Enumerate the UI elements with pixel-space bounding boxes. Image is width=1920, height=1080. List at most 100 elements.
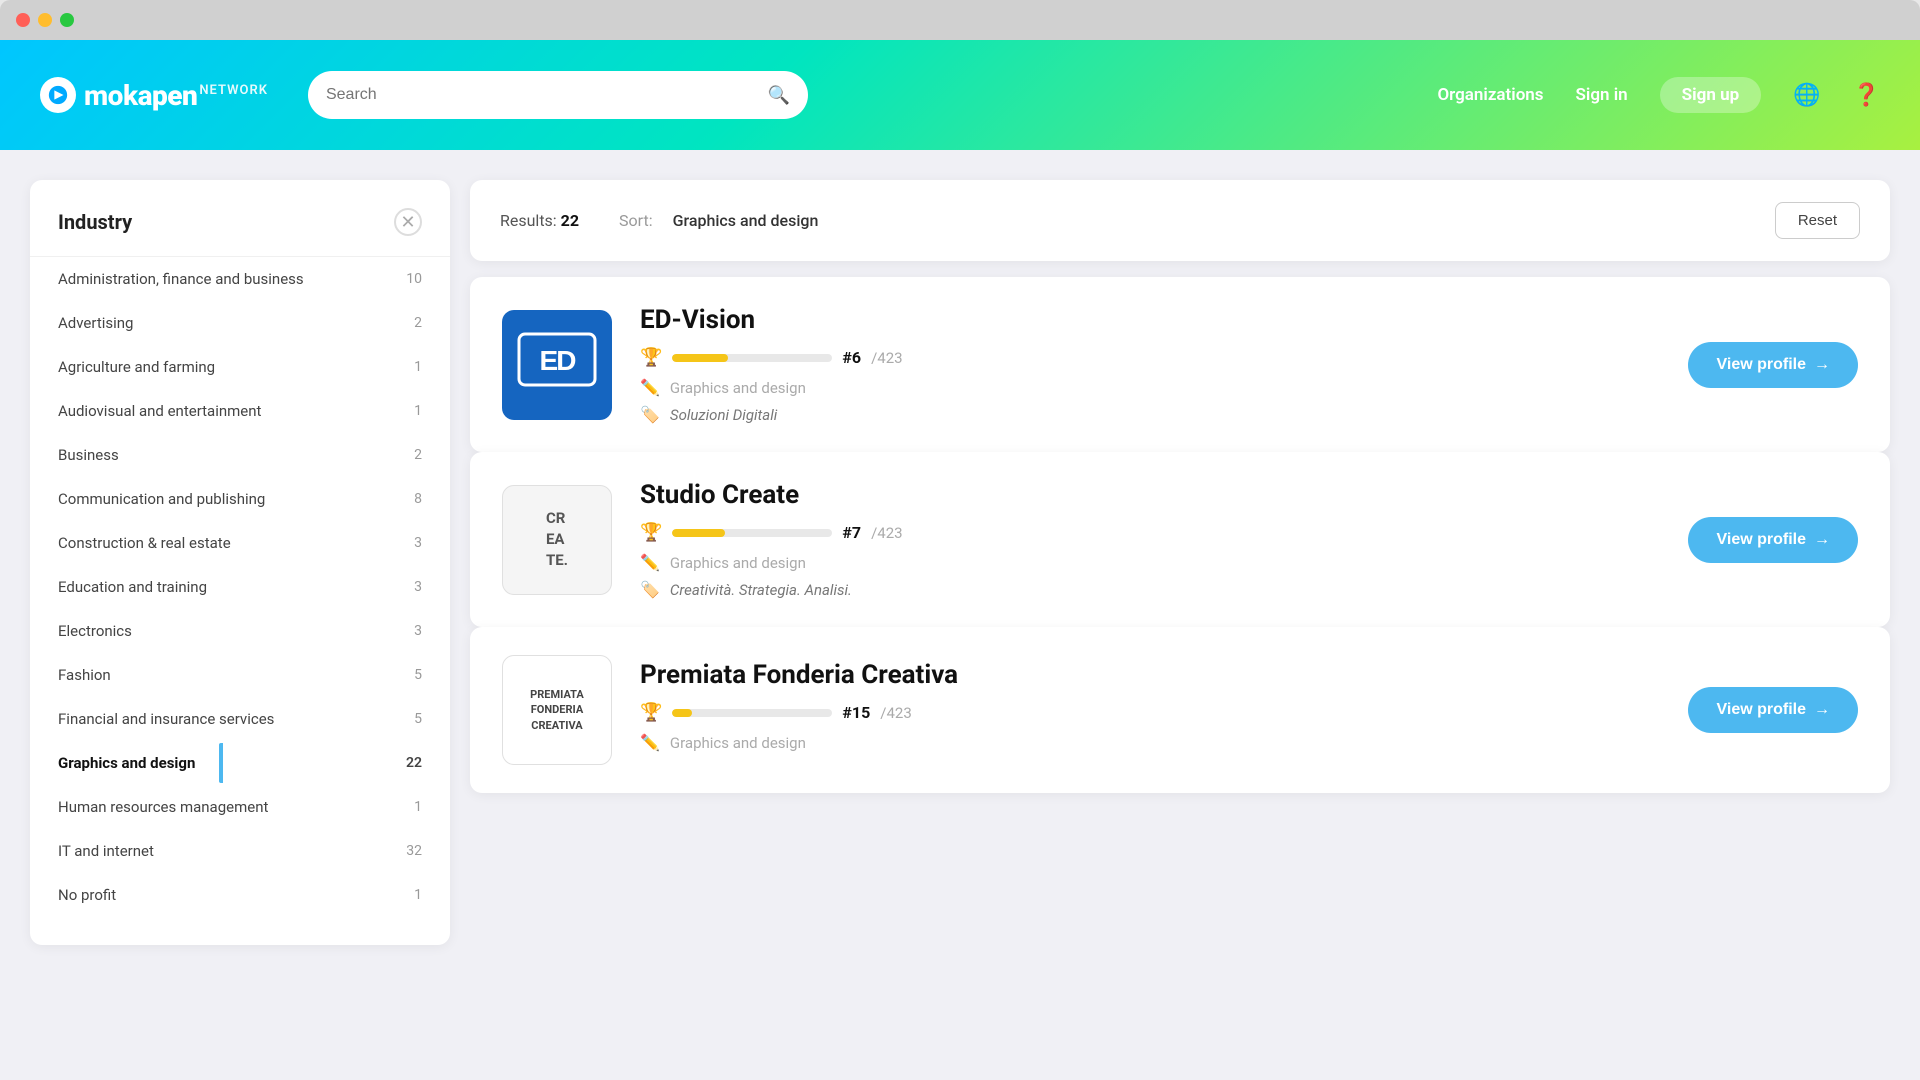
sidebar-item-count-5: 8 [414,491,422,507]
logo-initials: ED [517,332,597,397]
sidebar-item-label-13: IT and internet [58,842,154,860]
rank-number: #7 [842,523,861,542]
sidebar-item-count-3: 1 [414,403,422,419]
sidebar-item-label-3: Audiovisual and entertainment [58,402,261,420]
sidebar-item-count-6: 3 [414,535,422,551]
sidebar-item-label-1: Advertising [58,314,133,332]
sidebar-item-9[interactable]: Fashion 5 [30,653,450,697]
profile-card-ed-vision: ED ED-Vision 🏆 #6 /423 ✏️ Graphics and d… [470,277,1890,452]
profile-name-premiata-fonderia-creativa: Premiata Fonderia Creativa [640,660,1660,690]
sidebar-item-label-12: Human resources management [58,798,268,816]
sidebar-item-count-2: 1 [414,359,422,375]
minimize-button[interactable] [38,13,52,27]
search-icon: 🔍 [768,85,790,106]
sidebar-item-8[interactable]: Electronics3 [30,609,450,653]
rank-bar [672,529,832,537]
profile-card-premiata-fonderia-creativa: PREMIATAFONDERIACREATIVA Premiata Fonderi… [470,627,1890,793]
rank-total: /423 [871,349,902,367]
sidebar-close-button[interactable]: ✕ [394,208,422,236]
sidebar-item-count-12: 1 [414,799,422,815]
close-button[interactable] [16,13,30,27]
sidebar-item-label-5: Communication and publishing [58,490,265,508]
logo-icon [40,77,76,113]
arrow-icon: → [1814,701,1830,719]
rank-icon: 🏆 [640,702,662,723]
rank-number: #6 [842,348,861,367]
search-input[interactable] [326,86,758,104]
nav-sign-up[interactable]: Sign up [1660,77,1762,113]
sidebar-item-count-4: 2 [414,447,422,463]
sidebar-item-4[interactable]: Business2 [30,433,450,477]
sidebar-item-5[interactable]: Communication and publishing 8 [30,477,450,521]
maximize-button[interactable] [60,13,74,27]
sort-label: Sort: [619,211,653,230]
tag-row-studio-create: 🏷️ Creatività. Strategia. Analisi. [640,580,1660,599]
profile-name-ed-vision: ED-Vision [640,305,1660,335]
category-icon: ✏️ [640,733,660,752]
sidebar-item-0[interactable]: Administration, finance and business10 [30,257,450,301]
sidebar-item-count-11: 22 [406,755,422,771]
sidebar-item-11[interactable]: Graphics and design22 [30,741,450,785]
main-container: Industry ✕ Administration, finance and b… [0,150,1920,1080]
profile-card-studio-create: CREATE.Studio Create 🏆 #7 /423 ✏️ Graphi… [470,452,1890,627]
rank-icon: 🏆 [640,347,662,368]
profile-info-ed-vision: ED-Vision 🏆 #6 /423 ✏️ Graphics and desi… [640,305,1660,424]
tag-icon: 🏷️ [640,580,660,599]
tag-row-ed-vision: 🏷️ Soluzioni Digitali [640,405,1660,424]
sidebar-item-10[interactable]: Financial and insurance services5 [30,697,450,741]
logo-pfc: PREMIATAFONDERIACREATIVA [530,687,584,733]
profile-cards: ED ED-Vision 🏆 #6 /423 ✏️ Graphics and d… [470,277,1890,793]
category-row-ed-vision: ✏️ Graphics and design [640,378,1660,397]
rank-bar [672,354,832,362]
window-chrome [0,0,1920,40]
reset-button[interactable]: Reset [1775,202,1860,239]
sidebar-item-count-8: 3 [414,623,422,639]
sidebar-item-count-0: 10 [406,271,422,287]
tag-text: Creatività. Strategia. Analisi. [670,581,852,599]
nav-organizations[interactable]: Organizations [1437,85,1543,105]
sidebar-item-label-10: Financial and insurance services [58,710,274,728]
view-profile-button-studio-create[interactable]: View profile → [1688,517,1858,563]
profile-info-studio-create: Studio Create 🏆 #7 /423 ✏️ Graphics and … [640,480,1660,599]
sidebar-item-12[interactable]: Human resources management 1 [30,785,450,829]
view-profile-label: View profile [1716,531,1806,549]
category-text: Graphics and design [670,734,806,752]
category-text: Graphics and design [670,379,806,397]
rank-number: #15 [842,703,870,722]
arrow-icon: → [1814,531,1830,549]
category-icon: ✏️ [640,553,660,572]
svg-text:ED: ED [540,345,577,376]
sidebar-item-14[interactable]: No profit1 [30,873,450,917]
sidebar-item-1[interactable]: Advertising 2 [30,301,450,345]
rank-icon: 🏆 [640,522,662,543]
globe-icon[interactable]: 🌐 [1793,83,1820,108]
sidebar-item-2[interactable]: Agriculture and farming1 [30,345,450,389]
profile-logo-ed-vision: ED [502,310,612,420]
sidebar-item-label-9: Fashion [58,666,111,684]
category-icon: ✏️ [640,378,660,397]
view-profile-label: View profile [1716,701,1806,719]
sidebar-item-3[interactable]: Audiovisual and entertainment 1 [30,389,450,433]
sidebar-item-7[interactable]: Education and training3 [30,565,450,609]
sidebar-item-count-1: 2 [414,315,422,331]
logo-text: mokapenNETWORK [84,79,268,112]
category-text: Graphics and design [670,554,806,572]
results-area: Results: 22 Sort: Graphics and design Re… [470,180,1890,1050]
sidebar-item-count-9: 5 [414,667,422,683]
sidebar-item-13[interactable]: IT and internet32 [30,829,450,873]
logo[interactable]: mokapenNETWORK [40,77,268,113]
view-profile-button-ed-vision[interactable]: View profile → [1688,342,1858,388]
results-count: Results: 22 [500,211,579,230]
sidebar-item-6[interactable]: Construction & real estate 3 [30,521,450,565]
category-row-premiata-fonderia-creativa: ✏️ Graphics and design [640,733,1660,752]
nav-links: Organizations Sign in Sign up 🌐 ❓ [1437,77,1880,113]
sidebar-item-label-6: Construction & real estate [58,534,231,552]
category-row-studio-create: ✏️ Graphics and design [640,553,1660,572]
view-profile-button-premiata-fonderia-creativa[interactable]: View profile → [1688,687,1858,733]
rank-row-premiata-fonderia-creativa: 🏆 #15 /423 [640,702,1660,723]
rank-bar-fill [672,354,728,362]
sidebar-item-label-7: Education and training [58,578,207,596]
help-icon[interactable]: ❓ [1853,83,1880,108]
nav-sign-in[interactable]: Sign in [1576,85,1628,105]
search-bar[interactable]: 🔍 [308,71,808,119]
